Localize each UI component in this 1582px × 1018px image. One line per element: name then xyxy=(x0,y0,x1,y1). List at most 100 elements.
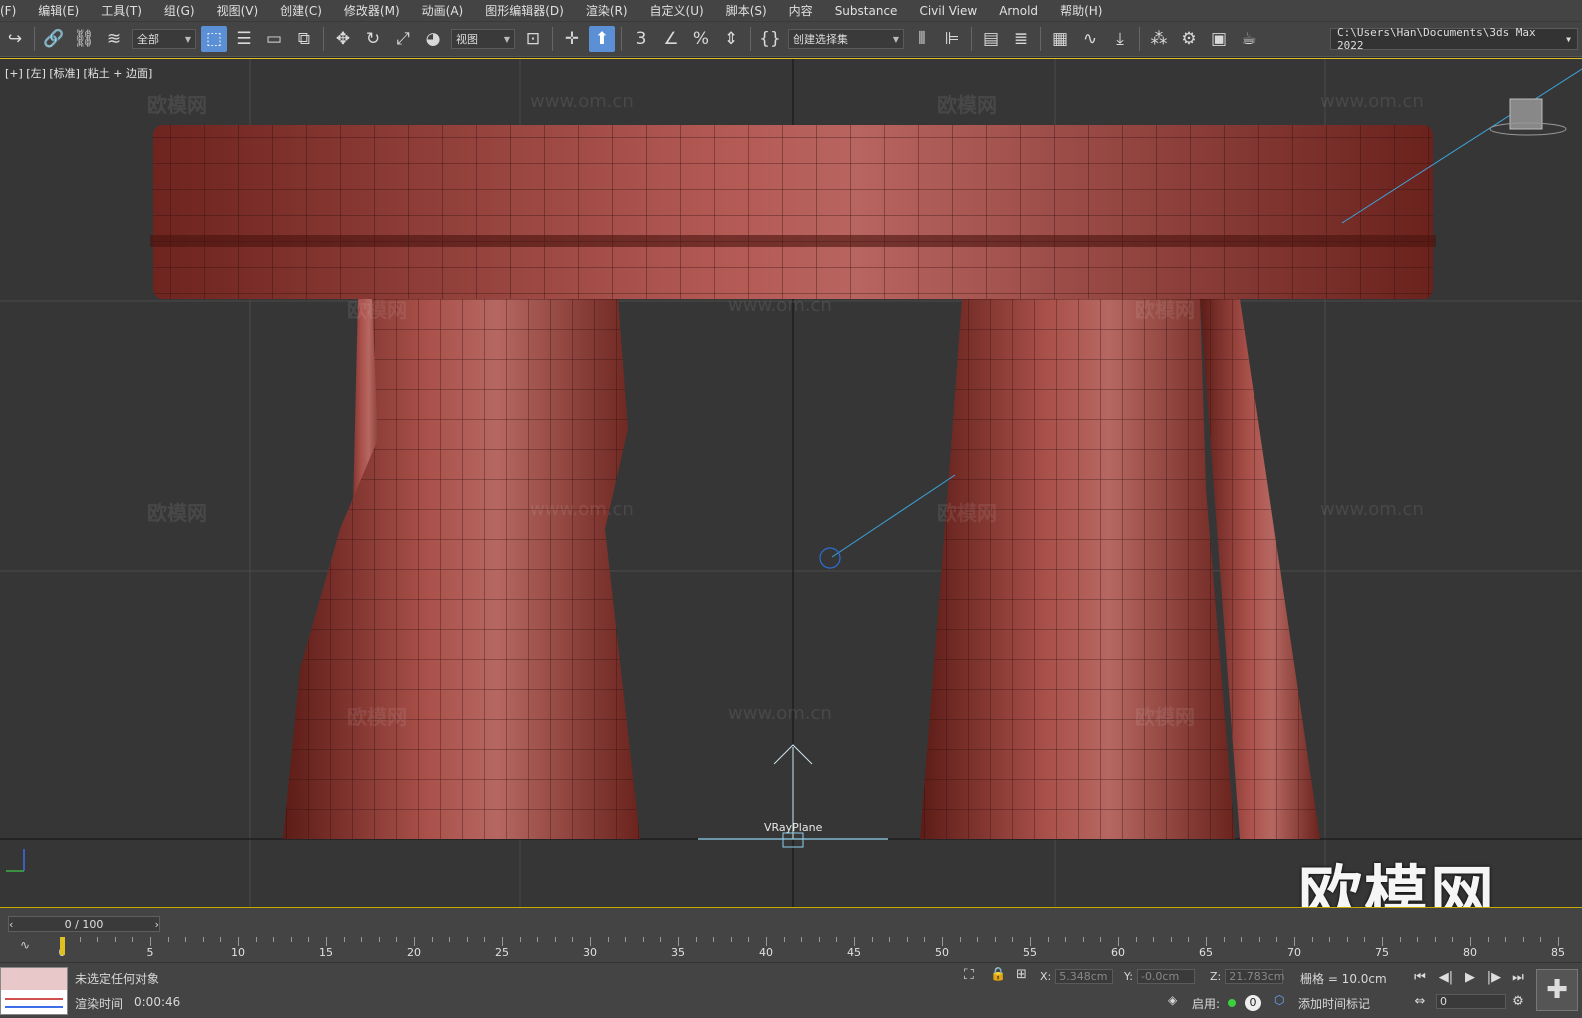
ruler-tick xyxy=(713,937,715,942)
rotate-icon[interactable]: ↻ xyxy=(360,26,386,52)
next-frame-icon[interactable]: |▶ xyxy=(1484,967,1504,987)
percent-snap-icon[interactable]: % xyxy=(688,26,714,52)
named-selection-set-dropdown[interactable]: 创建选择集 ▼ xyxy=(788,29,904,49)
add-time-tag-button[interactable]: 添加时间标记 xyxy=(1298,995,1370,1012)
menu-item[interactable]: 渲染(R) xyxy=(576,2,640,19)
ruler-tick xyxy=(889,937,891,942)
ruler-tick xyxy=(185,937,187,942)
left-viewport[interactable]: [+] [左] [标准] [粘土 + 边面] VRayPlane 欧模网 www… xyxy=(0,58,1582,908)
time-configuration-icon[interactable]: ⚙ xyxy=(1508,991,1528,1011)
x-coordinate[interactable]: X: 5.348cm xyxy=(1040,969,1114,984)
y-field[interactable]: -0.0cm xyxy=(1136,969,1195,984)
play-icon[interactable]: ▶ xyxy=(1460,967,1480,987)
redo-icon[interactable]: ↪ xyxy=(2,26,28,52)
menu-item[interactable]: (F) xyxy=(0,4,28,18)
scale-icon[interactable]: ⤢ xyxy=(390,26,416,52)
project-path-dropdown[interactable]: C:\Users\Han\Documents\3ds Max 2022 ▼ xyxy=(1330,26,1578,52)
ruler-tick xyxy=(1065,937,1067,942)
go-to-end-icon[interactable]: ⏭ xyxy=(1508,967,1528,987)
select-object-icon[interactable]: ⬚ xyxy=(201,26,227,52)
menu-item[interactable]: 编辑(E) xyxy=(28,2,91,19)
move-icon[interactable]: ✥ xyxy=(330,26,356,52)
menu-item[interactable]: 图形编辑器(D) xyxy=(475,2,576,19)
selection-filter-value: 全部 xyxy=(137,33,159,46)
ruler-tick xyxy=(449,937,451,942)
z-coordinate[interactable]: Z: 21.783cm xyxy=(1210,969,1285,984)
scene-explorer-icon[interactable]: ▤ xyxy=(978,26,1004,52)
chevron-right-icon[interactable]: › xyxy=(155,918,159,931)
go-to-start-icon[interactable]: ⏮ xyxy=(1410,967,1430,987)
menu-item[interactable]: 帮助(H) xyxy=(1050,2,1114,19)
time-tag-icon[interactable]: ⬡ xyxy=(1274,993,1284,1007)
menu-item[interactable]: 修改器(M) xyxy=(334,2,412,19)
ruler-tick xyxy=(1417,937,1419,942)
ruler-label: 70 xyxy=(1287,946,1301,959)
ruler-tick xyxy=(1329,937,1331,942)
adaptive-degradation-icon[interactable]: ◈ xyxy=(1168,993,1177,1007)
spinner-snap-icon[interactable]: ⇕ xyxy=(718,26,744,52)
unlink-icon[interactable]: ⛓ xyxy=(71,26,97,52)
add-panel-button[interactable]: ✚ xyxy=(1536,969,1578,1011)
place-icon[interactable]: ◕ xyxy=(420,26,446,52)
mirror-icon[interactable]: ⫴ xyxy=(909,26,935,52)
viewport-scene xyxy=(0,59,1582,908)
menu-item[interactable]: 内容 xyxy=(779,2,825,19)
ribbon-toggle-icon[interactable]: ▦ xyxy=(1047,26,1073,52)
viewport-label[interactable]: [+] [左] [标准] [粘土 + 边面] xyxy=(5,65,152,81)
rendered-frame-window-icon[interactable]: ▣ xyxy=(1206,26,1232,52)
time-slider-playhead[interactable] xyxy=(60,937,65,955)
time-slider[interactable]: ‹ 0 / 100 › xyxy=(8,916,160,932)
x-field[interactable]: 5.348cm xyxy=(1055,969,1114,984)
ruler-tick xyxy=(308,937,310,942)
menu-item[interactable]: 自定义(U) xyxy=(640,2,716,19)
y-coordinate[interactable]: Y: -0.0cm xyxy=(1124,969,1195,984)
z-field[interactable]: 21.783cm xyxy=(1225,969,1285,984)
toolbar-separator xyxy=(1139,27,1140,51)
menu-item[interactable]: 工具(T) xyxy=(91,2,154,19)
schematic-view-icon[interactable]: ⤓ xyxy=(1107,26,1133,52)
selection-filter-dropdown[interactable]: 全部 ▼ xyxy=(132,29,196,49)
ruler-tick xyxy=(396,937,398,942)
ruler-tick xyxy=(343,937,345,942)
menu-item[interactable]: 脚本(S) xyxy=(716,2,779,19)
key-mode-icon[interactable]: ⇔ xyxy=(1410,991,1430,1011)
pivot-center-icon[interactable]: ⊡ xyxy=(520,26,546,52)
layer-explorer-icon[interactable]: ≣ xyxy=(1008,26,1034,52)
render-production-icon[interactable]: ☕ xyxy=(1236,26,1262,52)
curve-editor-icon[interactable]: ∿ xyxy=(1077,26,1103,52)
watermark-url: www.om.cn xyxy=(728,295,832,316)
menu-item[interactable]: Arnold xyxy=(989,4,1050,18)
angle-snap-icon[interactable]: ∠ xyxy=(658,26,684,52)
menu-item[interactable]: Substance xyxy=(825,4,910,18)
material-editor-icon[interactable]: ⁂ xyxy=(1146,26,1172,52)
ruler-tick xyxy=(783,937,785,942)
rectangular-selection-icon[interactable]: ▭ xyxy=(261,26,287,52)
lock-icon[interactable]: 🔒 xyxy=(990,967,1006,982)
edit-named-selection-icon[interactable]: {} xyxy=(757,26,783,52)
menu-item[interactable]: 动画(A) xyxy=(412,2,476,19)
menu-item[interactable]: 视图(V) xyxy=(207,2,271,19)
menu-item[interactable]: 创建(C) xyxy=(270,2,334,19)
select-manipulate-icon[interactable]: ✛ xyxy=(559,26,585,52)
link-icon[interactable]: 🔗 xyxy=(41,26,67,52)
curve-editor-mini-icon[interactable]: ∿ xyxy=(20,938,30,952)
align-icon[interactable]: ⊫ xyxy=(939,26,965,52)
bind-space-warp-icon[interactable]: ≋ xyxy=(101,26,127,52)
isolate-selection-icon[interactable]: ⛶ xyxy=(964,967,974,983)
absolute-mode-icon[interactable]: ⊞ xyxy=(1016,967,1027,982)
track-bar-ruler[interactable]: 0510152025303540455055606570758085 xyxy=(59,937,1565,961)
previous-frame-icon[interactable]: ◀| xyxy=(1436,967,1456,987)
snaps-toggle-icon[interactable]: 3 xyxy=(628,26,654,52)
window-crossing-icon[interactable]: ⧉ xyxy=(291,26,317,52)
reference-coordinate-dropdown[interactable]: 视图 ▼ xyxy=(451,29,515,49)
keyboard-shortcut-override-icon[interactable]: ⬆ xyxy=(589,26,615,52)
ruler-tick xyxy=(220,937,222,942)
current-frame-field[interactable]: 0 xyxy=(1436,994,1506,1009)
select-by-name-icon[interactable]: ☰ xyxy=(231,26,257,52)
ruler-tick xyxy=(994,937,996,942)
render-setup-icon[interactable]: ⚙ xyxy=(1176,26,1202,52)
toolbar-separator xyxy=(621,27,622,51)
menu-item[interactable]: 组(G) xyxy=(154,2,207,19)
menu-item[interactable]: Civil View xyxy=(909,4,989,18)
maxscript-listener-preview[interactable] xyxy=(0,967,68,1015)
